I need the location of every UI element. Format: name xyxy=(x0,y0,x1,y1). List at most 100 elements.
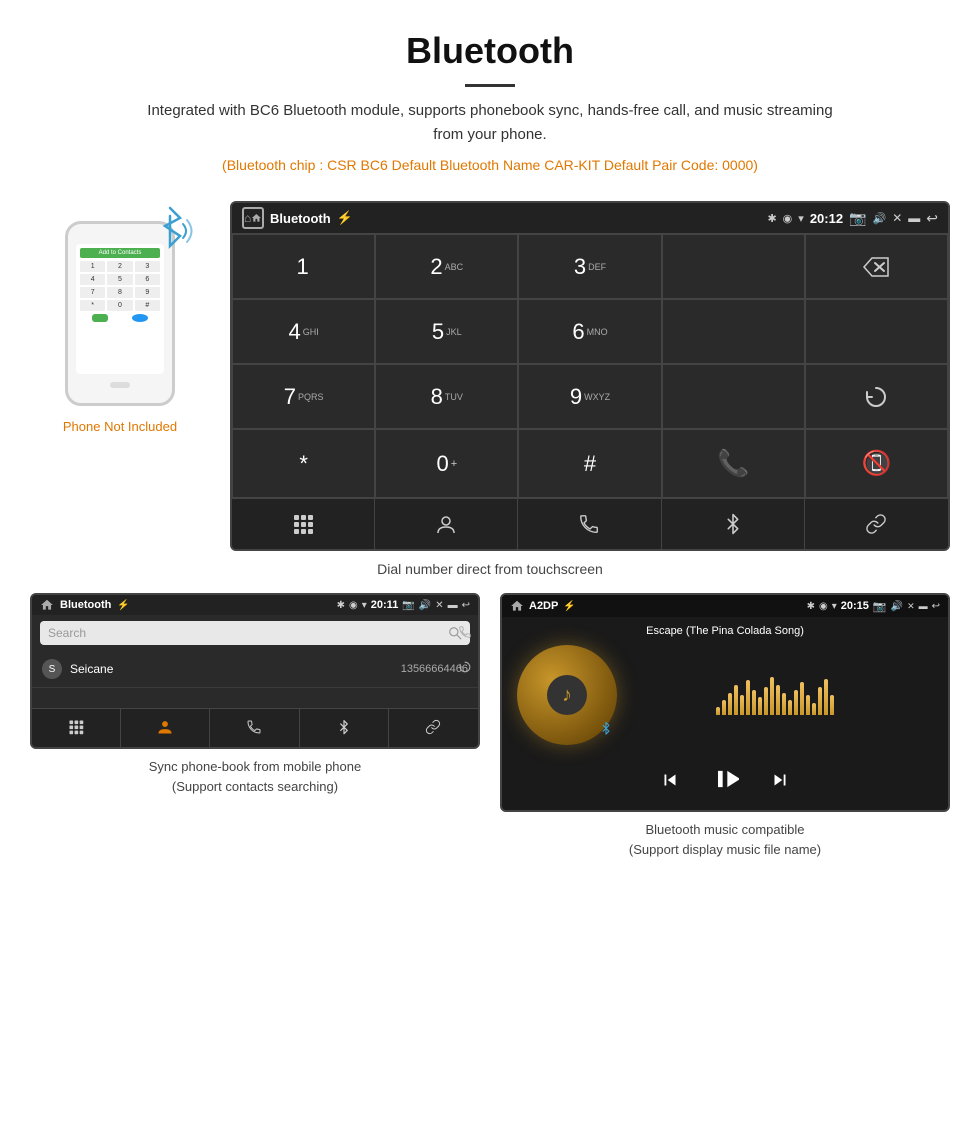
dial-empty-4 xyxy=(662,364,805,429)
viz-bar xyxy=(752,690,756,715)
usb-icon: ⚡ xyxy=(337,210,353,226)
music-status-bar: A2DP ⚡ ✱ ◉ ▾ 20:15 📷 🔊 ✕ ▬ ↩ xyxy=(502,595,948,617)
dial-call-button[interactable]: 📞 xyxy=(662,429,805,498)
phone-bottom-buttons xyxy=(80,314,160,322)
dial-empty-3 xyxy=(805,299,948,364)
phone-key: 0 xyxy=(107,300,132,311)
contacts-search-bar[interactable]: Search xyxy=(40,621,470,645)
contacts-call-icon[interactable] xyxy=(458,625,472,642)
bluetooth-status-icon: ✱ xyxy=(767,212,776,225)
camera-icon[interactable]: 📷 xyxy=(849,210,866,227)
contacts-bottom-dialpad[interactable] xyxy=(32,709,121,747)
dial-key-hash[interactable]: # xyxy=(518,429,661,498)
viz-bar xyxy=(734,685,738,715)
back-icon[interactable]: ↩ xyxy=(926,210,938,227)
phone-key: 7 xyxy=(80,287,105,298)
viz-bar xyxy=(812,703,816,715)
window-icon[interactable]: ▬ xyxy=(908,211,920,225)
dial-section: Add to Contacts 1 2 3 4 5 6 7 8 9 * xyxy=(30,201,950,551)
viz-bar xyxy=(722,700,726,715)
viz-bar xyxy=(716,707,720,715)
dial-bottom-bar xyxy=(232,498,948,549)
call-red-icon: 📵 xyxy=(861,449,891,478)
contact-name: Seicane xyxy=(70,662,393,676)
music-back-icon: ↩ xyxy=(932,601,940,612)
contacts-wifi-icon: ▾ xyxy=(362,600,367,611)
music-next-button[interactable] xyxy=(769,769,791,797)
phone-keypad: 1 2 3 4 5 6 7 8 9 * 0 # xyxy=(80,261,160,311)
contacts-caption: Sync phone-book from mobile phone(Suppor… xyxy=(149,757,361,796)
contacts-bottom-link[interactable] xyxy=(389,709,478,747)
contacts-status-bar: Bluetooth ⚡ ✱ ◉ ▾ 20:11 📷 🔊 ✕ ▬ ↩ xyxy=(32,595,478,615)
music-vol-icon: 🔊 xyxy=(891,601,903,612)
music-status-right: ✱ ◉ ▾ 20:15 📷 🔊 ✕ ▬ ↩ xyxy=(807,600,940,613)
bottom-phone-icon[interactable] xyxy=(518,499,661,549)
phone-not-included-label: Phone Not Included xyxy=(30,419,210,434)
page-header: Bluetooth Integrated with BC6 Bluetooth … xyxy=(0,0,980,191)
viz-bar xyxy=(776,685,780,715)
dial-key-3[interactable]: 3DEF xyxy=(518,234,661,299)
call-green-icon: 📞 xyxy=(717,448,749,479)
bottom-contacts-icon[interactable] xyxy=(375,499,518,549)
dial-backspace[interactable] xyxy=(805,234,948,299)
viz-bar xyxy=(824,679,828,715)
phone-image-area: Add to Contacts 1 2 3 4 5 6 7 8 9 * xyxy=(30,201,210,434)
time-display: 20:12 xyxy=(810,211,843,226)
close-icon[interactable]: ✕ xyxy=(892,211,902,225)
contact-row: S Seicane 13566664466 xyxy=(32,651,478,688)
volume-icon[interactable]: 🔊 xyxy=(873,212,887,225)
music-close-icon: ✕ xyxy=(907,601,915,612)
music-status-left: A2DP ⚡ xyxy=(510,599,576,613)
contacts-block: Bluetooth ⚡ ✱ ◉ ▾ 20:11 📷 🔊 ✕ ▬ ↩ xyxy=(30,593,480,859)
bt-overlay-icon xyxy=(600,721,612,740)
phone-key: 9 xyxy=(135,287,160,298)
phone-wrapper: Add to Contacts 1 2 3 4 5 6 7 8 9 * xyxy=(65,221,175,406)
contacts-refresh-icon[interactable] xyxy=(458,660,472,677)
bottom-bluetooth-icon[interactable] xyxy=(662,499,805,549)
dial-key-7[interactable]: 7PQRS xyxy=(232,364,375,429)
bluetooth-specs: (Bluetooth chip : CSR BC6 Default Blueto… xyxy=(20,157,960,173)
music-caption: Bluetooth music compatible(Support displ… xyxy=(629,820,821,859)
dial-key-star[interactable]: * xyxy=(232,429,375,498)
music-song-title: Escape (The Pina Colada Song) xyxy=(646,625,804,637)
music-camera-icon: 📷 xyxy=(873,600,887,613)
home-icon[interactable] xyxy=(242,207,264,229)
dialpad-grid: 1 2ABC 3DEF 4GHI 5JKL 6MNO 7PQRS xyxy=(232,233,948,498)
contacts-bottom-bar xyxy=(32,708,478,747)
dial-key-5[interactable]: 5JKL xyxy=(375,299,518,364)
dial-end-call-button[interactable]: 📵 xyxy=(805,429,948,498)
contacts-app-title: Bluetooth xyxy=(60,599,111,611)
music-visualizer xyxy=(617,675,933,715)
contacts-status-right: ✱ ◉ ▾ 20:11 📷 🔊 ✕ ▬ ↩ xyxy=(337,599,470,611)
contacts-bottom-phone[interactable] xyxy=(210,709,299,747)
viz-bar xyxy=(758,697,762,715)
dial-key-0[interactable]: 0+ xyxy=(375,429,518,498)
bluetooth-signal xyxy=(145,206,195,261)
viz-bar xyxy=(770,677,774,715)
phone-key: * xyxy=(80,300,105,311)
dial-key-8[interactable]: 8TUV xyxy=(375,364,518,429)
dial-refresh[interactable] xyxy=(805,364,948,429)
dial-key-4[interactable]: 4GHI xyxy=(232,299,375,364)
music-play-button[interactable] xyxy=(711,765,739,800)
phone-key: 8 xyxy=(107,287,132,298)
bottom-link-icon[interactable] xyxy=(805,499,948,549)
contacts-close-icon: ✕ xyxy=(435,600,443,611)
phone-key: 1 xyxy=(80,261,105,272)
phone-key: 6 xyxy=(135,274,160,285)
phone-key: 2 xyxy=(107,261,132,272)
contacts-bottom-person[interactable] xyxy=(121,709,210,747)
viz-bar xyxy=(746,680,750,715)
title-divider xyxy=(465,84,515,87)
dial-key-1[interactable]: 1 xyxy=(232,234,375,299)
dial-key-2[interactable]: 2ABC xyxy=(375,234,518,299)
contacts-back-icon: ↩ xyxy=(462,600,470,611)
dial-key-6[interactable]: 6MNO xyxy=(518,299,661,364)
bottom-dialpad-icon[interactable] xyxy=(232,499,375,549)
contacts-vol-icon: 🔊 xyxy=(419,600,431,611)
right-icon-bar xyxy=(458,625,472,677)
bottom-screens: Bluetooth ⚡ ✱ ◉ ▾ 20:11 📷 🔊 ✕ ▬ ↩ xyxy=(30,593,950,859)
dial-key-9[interactable]: 9WXYZ xyxy=(518,364,661,429)
contacts-bottom-bt[interactable] xyxy=(300,709,389,747)
music-prev-button[interactable] xyxy=(659,769,681,797)
